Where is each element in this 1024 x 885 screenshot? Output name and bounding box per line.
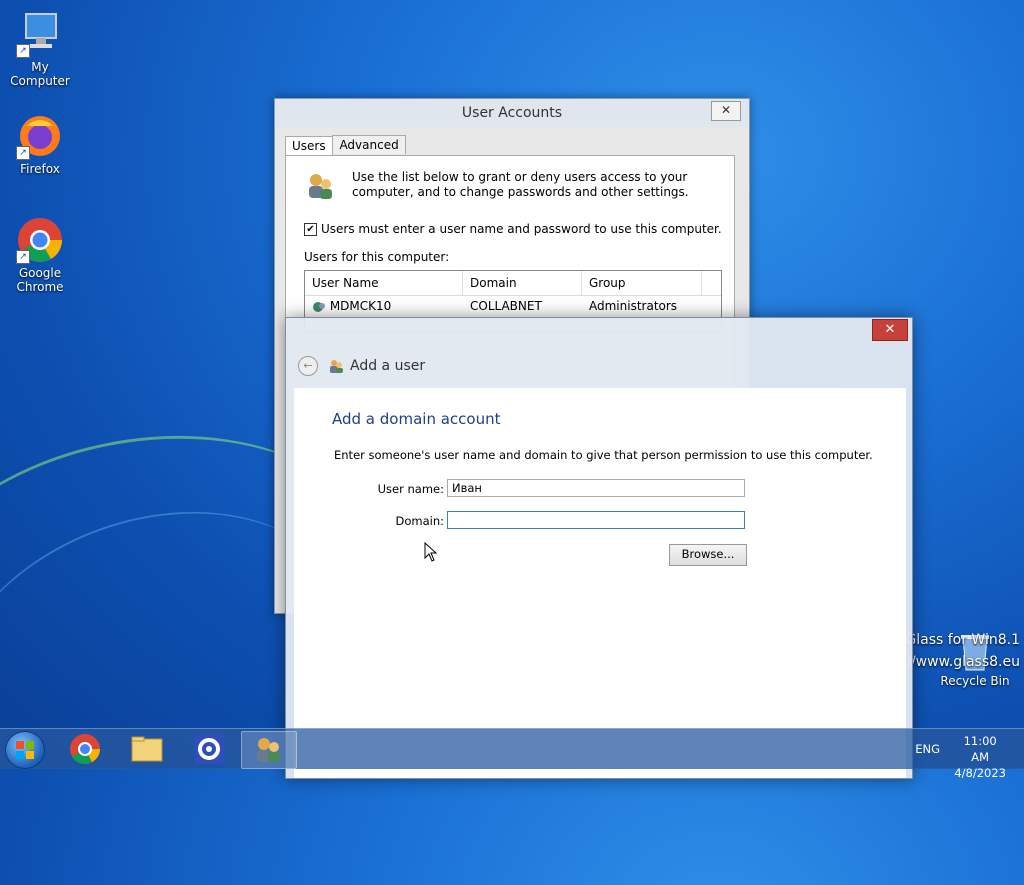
desktop-icon-google-chrome[interactable]: ↗ Google Chrome bbox=[0, 216, 80, 294]
user-name-cell: MDMCK10 bbox=[305, 296, 463, 316]
domain-cell: COLLABNET bbox=[470, 299, 542, 313]
add-user-dialog: ✕ ← Add a user Add a domain account Ente… bbox=[285, 317, 913, 779]
require-login-checkbox[interactable]: ✔ bbox=[304, 223, 317, 236]
clock[interactable]: 11:00 AM 4/8/2023 bbox=[954, 733, 1006, 781]
desktop-icon-label: Firefox bbox=[20, 162, 60, 176]
user-name-value: MDMCK10 bbox=[329, 299, 392, 313]
clock-time: 11:00 AM bbox=[963, 734, 997, 764]
require-login-row[interactable]: ✔ Users must enter a user name and passwo… bbox=[304, 222, 722, 236]
column-header-domain[interactable]: Domain bbox=[463, 271, 582, 295]
user-name-input[interactable] bbox=[447, 479, 745, 497]
desktop-icon-label: My Computer bbox=[10, 60, 70, 88]
user-name-label: User name: bbox=[377, 482, 444, 496]
list-header: User Name Domain Group bbox=[305, 271, 721, 296]
taskbar-file-explorer[interactable] bbox=[120, 731, 174, 767]
mouse-cursor-icon bbox=[424, 542, 438, 562]
watermark-line: Glass for Win8.1 bbox=[905, 632, 1020, 648]
desktop-icon-firefox[interactable]: ↗ Firefox bbox=[0, 112, 80, 176]
window-titlebar[interactable]: User Accounts ✕ bbox=[275, 99, 749, 127]
domain-input[interactable] bbox=[447, 511, 745, 529]
users-group-icon bbox=[304, 170, 336, 205]
start-button[interactable] bbox=[5, 731, 45, 769]
desktop-icon-label: Recycle Bin bbox=[940, 674, 1010, 688]
close-button[interactable]: ✕ bbox=[711, 101, 741, 121]
page-heading: Add a domain account bbox=[332, 410, 501, 428]
window-title: User Accounts bbox=[461, 105, 563, 121]
tab-users[interactable]: Users bbox=[285, 136, 333, 155]
instruction-text: Enter someone's user name and domain to … bbox=[334, 448, 873, 462]
shortcut-arrow-icon: ↗ bbox=[16, 250, 30, 264]
browse-button[interactable]: Browse... bbox=[669, 544, 747, 566]
domain-label: Domain: bbox=[395, 514, 445, 528]
clock-date: 4/8/2023 bbox=[954, 766, 1006, 780]
watermark-line: //www.glass8.eu bbox=[906, 654, 1020, 670]
chrome-icon bbox=[70, 734, 100, 764]
language-indicator[interactable]: ENG bbox=[915, 742, 940, 756]
chrome-icon: ↗ bbox=[16, 216, 64, 264]
taskbar-chrome[interactable] bbox=[58, 731, 112, 767]
taskbar-settings[interactable] bbox=[182, 731, 236, 767]
column-header-user-name[interactable]: User Name bbox=[305, 271, 463, 295]
users-list-label: Users for this computer: bbox=[304, 250, 450, 264]
folder-icon bbox=[131, 736, 163, 762]
users-icon bbox=[257, 738, 280, 762]
windows-logo-icon bbox=[16, 741, 34, 759]
desktop-icon-my-computer[interactable]: ↗ My Computer bbox=[0, 10, 80, 88]
taskbar: ENG 11:00 AM 4/8/2023 bbox=[0, 728, 1024, 780]
shortcut-arrow-icon: ↗ bbox=[16, 44, 30, 58]
desktop-icon-label: Google Chrome bbox=[16, 266, 64, 294]
require-login-label: Users must enter a user name and passwor… bbox=[321, 222, 722, 236]
shortcut-arrow-icon: ↗ bbox=[16, 146, 30, 160]
intro-text: Use the list below to grant or deny user… bbox=[352, 170, 689, 199]
dialog-nav: ← Add a user bbox=[298, 356, 425, 376]
computer-icon: ↗ bbox=[16, 10, 64, 58]
close-button[interactable]: ✕ bbox=[872, 319, 908, 341]
column-header-group[interactable]: Group bbox=[582, 271, 702, 295]
taskbar-user-accounts[interactable] bbox=[241, 731, 297, 769]
dialog-title: Add a user bbox=[350, 358, 426, 374]
tab-strip: Users Advanced bbox=[285, 135, 406, 155]
dialog-content: Add a domain account Enter someone's use… bbox=[294, 388, 906, 778]
tab-advanced[interactable]: Advanced bbox=[332, 135, 406, 154]
table-row[interactable]: MDMCK10 COLLABNET Administrators bbox=[305, 296, 721, 316]
firefox-icon: ↗ bbox=[16, 112, 64, 160]
back-arrow-icon[interactable]: ← bbox=[298, 356, 318, 376]
gear-icon bbox=[194, 734, 224, 764]
group-cell: Administrators bbox=[589, 299, 678, 313]
domain-user-icon bbox=[312, 301, 326, 313]
users-icon bbox=[328, 358, 344, 374]
